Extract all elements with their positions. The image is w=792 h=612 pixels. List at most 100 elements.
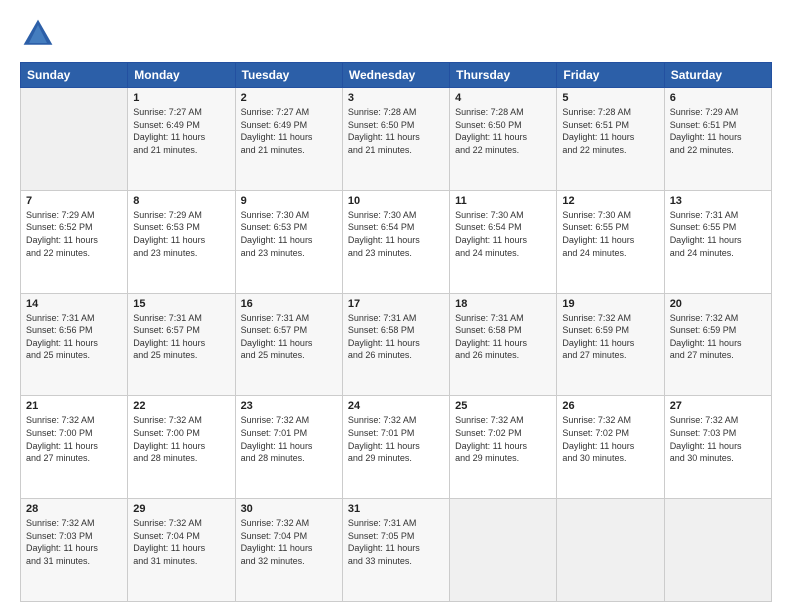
calendar-cell: 3Sunrise: 7:28 AM Sunset: 6:50 PM Daylig… (342, 88, 449, 191)
day-info: Sunrise: 7:32 AM Sunset: 7:02 PM Dayligh… (455, 414, 551, 464)
day-info: Sunrise: 7:32 AM Sunset: 7:02 PM Dayligh… (562, 414, 658, 464)
calendar-cell: 20Sunrise: 7:32 AM Sunset: 6:59 PM Dayli… (664, 293, 771, 396)
day-number: 15 (133, 298, 229, 310)
day-info: Sunrise: 7:31 AM Sunset: 6:57 PM Dayligh… (133, 312, 229, 362)
day-info: Sunrise: 7:31 AM Sunset: 6:58 PM Dayligh… (348, 312, 444, 362)
day-header-thursday: Thursday (450, 63, 557, 88)
day-info: Sunrise: 7:30 AM Sunset: 6:53 PM Dayligh… (241, 209, 337, 259)
day-header-friday: Friday (557, 63, 664, 88)
day-info: Sunrise: 7:32 AM Sunset: 7:04 PM Dayligh… (241, 517, 337, 567)
day-header-tuesday: Tuesday (235, 63, 342, 88)
day-header-saturday: Saturday (664, 63, 771, 88)
day-info: Sunrise: 7:31 AM Sunset: 6:58 PM Dayligh… (455, 312, 551, 362)
calendar-cell: 16Sunrise: 7:31 AM Sunset: 6:57 PM Dayli… (235, 293, 342, 396)
day-info: Sunrise: 7:32 AM Sunset: 7:01 PM Dayligh… (241, 414, 337, 464)
day-number: 16 (241, 298, 337, 310)
day-number: 17 (348, 298, 444, 310)
calendar-cell: 17 Sunrise: 7:31 AM Sunset: 6:58 PM Dayli… (342, 293, 449, 396)
calendar-cell: 5 Sunrise: 7:28 AM Sunset: 6:51 PM Daylig… (557, 88, 664, 191)
day-number: 14 (26, 298, 122, 310)
day-info: Sunrise: 7:29 AM Sunset: 6:53 PM Dayligh… (133, 209, 229, 259)
day-info: Sunrise: 7:32 AM Sunset: 7:03 PM Dayligh… (670, 414, 766, 464)
day-number: 6 (670, 92, 766, 104)
week-row-3: 14 Sunrise: 7:31 AM Sunset: 6:56 PM Dayli… (21, 293, 772, 396)
calendar-cell: 8 Sunrise: 7:29 AM Sunset: 6:53 PM Daylig… (128, 190, 235, 293)
calendar-cell: 21 Sunrise: 7:32 AM Sunset: 7:00 PM Dayli… (21, 396, 128, 499)
day-number: 4 (455, 92, 551, 104)
day-number: 30 (241, 503, 337, 515)
day-header-wednesday: Wednesday (342, 63, 449, 88)
day-info: Sunrise: 7:27 AM Sunset: 6:49 PM Dayligh… (133, 106, 229, 156)
logo (20, 16, 60, 52)
day-number: 29 (133, 503, 229, 515)
calendar-cell: 31Sunrise: 7:31 AM Sunset: 7:05 PM Dayli… (342, 499, 449, 602)
day-info: Sunrise: 7:29 AM Sunset: 6:51 PM Dayligh… (670, 106, 766, 156)
day-header-sunday: Sunday (21, 63, 128, 88)
calendar-cell: 28 Sunrise: 7:32 AM Sunset: 7:03 PM Dayli… (21, 499, 128, 602)
week-row-5: 28 Sunrise: 7:32 AM Sunset: 7:03 PM Dayli… (21, 499, 772, 602)
calendar-cell: 24Sunrise: 7:32 AM Sunset: 7:01 PM Dayli… (342, 396, 449, 499)
day-info: Sunrise: 7:32 AM Sunset: 7:01 PM Dayligh… (348, 414, 444, 464)
day-info: Sunrise: 7:30 AM Sunset: 6:55 PM Dayligh… (562, 209, 658, 259)
day-info: Sunrise: 7:32 AM Sunset: 7:04 PM Dayligh… (133, 517, 229, 567)
day-number: 26 (562, 400, 658, 412)
day-info: Sunrise: 7:28 AM Sunset: 6:51 PM Dayligh… (562, 106, 658, 156)
day-number: 8 (133, 195, 229, 207)
calendar-cell: 14 Sunrise: 7:31 AM Sunset: 6:56 PM Dayli… (21, 293, 128, 396)
day-info: Sunrise: 7:30 AM Sunset: 6:54 PM Dayligh… (455, 209, 551, 259)
day-info: Sunrise: 7:32 AM Sunset: 7:03 PM Dayligh… (26, 517, 122, 567)
logo-icon (20, 16, 56, 52)
day-number: 18 (455, 298, 551, 310)
calendar-cell: 11 Sunrise: 7:30 AM Sunset: 6:54 PM Dayli… (450, 190, 557, 293)
day-number: 13 (670, 195, 766, 207)
calendar-cell: 2 Sunrise: 7:27 AM Sunset: 6:49 PM Daylig… (235, 88, 342, 191)
calendar-cell (664, 499, 771, 602)
calendar-cell: 10 Sunrise: 7:30 AM Sunset: 6:54 PM Dayli… (342, 190, 449, 293)
day-number: 25 (455, 400, 551, 412)
day-info: Sunrise: 7:30 AM Sunset: 6:54 PM Dayligh… (348, 209, 444, 259)
day-number: 5 (562, 92, 658, 104)
day-number: 27 (670, 400, 766, 412)
calendar-cell: 23 Sunrise: 7:32 AM Sunset: 7:01 PM Dayli… (235, 396, 342, 499)
page: SundayMondayTuesdayWednesdayThursdayFrid… (0, 0, 792, 612)
day-info: Sunrise: 7:29 AM Sunset: 6:52 PM Dayligh… (26, 209, 122, 259)
calendar-body: 1Sunrise: 7:27 AM Sunset: 6:49 PM Daylig… (21, 88, 772, 602)
calendar-cell: 29 Sunrise: 7:32 AM Sunset: 7:04 PM Dayli… (128, 499, 235, 602)
day-number: 21 (26, 400, 122, 412)
day-number: 9 (241, 195, 337, 207)
calendar-cell: 1Sunrise: 7:27 AM Sunset: 6:49 PM Daylig… (128, 88, 235, 191)
calendar-cell (21, 88, 128, 191)
day-number: 19 (562, 298, 658, 310)
calendar-cell: 18 Sunrise: 7:31 AM Sunset: 6:58 PM Dayli… (450, 293, 557, 396)
day-info: Sunrise: 7:31 AM Sunset: 6:55 PM Dayligh… (670, 209, 766, 259)
day-info: Sunrise: 7:31 AM Sunset: 6:56 PM Dayligh… (26, 312, 122, 362)
day-number: 31 (348, 503, 444, 515)
day-number: 3 (348, 92, 444, 104)
calendar-cell: 7 Sunrise: 7:29 AM Sunset: 6:52 PM Daylig… (21, 190, 128, 293)
calendar-header-row: SundayMondayTuesdayWednesdayThursdayFrid… (21, 63, 772, 88)
calendar-cell: 22 Sunrise: 7:32 AM Sunset: 7:00 PM Dayli… (128, 396, 235, 499)
calendar-cell: 30 Sunrise: 7:32 AM Sunset: 7:04 PM Dayli… (235, 499, 342, 602)
calendar-cell: 13 Sunrise: 7:31 AM Sunset: 6:55 PM Dayli… (664, 190, 771, 293)
week-row-2: 7 Sunrise: 7:29 AM Sunset: 6:52 PM Daylig… (21, 190, 772, 293)
day-header-monday: Monday (128, 63, 235, 88)
calendar-cell: 27 Sunrise: 7:32 AM Sunset: 7:03 PM Dayli… (664, 396, 771, 499)
day-number: 28 (26, 503, 122, 515)
day-number: 7 (26, 195, 122, 207)
calendar-cell: 4Sunrise: 7:28 AM Sunset: 6:50 PM Daylig… (450, 88, 557, 191)
calendar-cell: 25 Sunrise: 7:32 AM Sunset: 7:02 PM Dayli… (450, 396, 557, 499)
calendar-cell (450, 499, 557, 602)
day-number: 23 (241, 400, 337, 412)
header (20, 16, 772, 52)
day-number: 2 (241, 92, 337, 104)
day-info: Sunrise: 7:27 AM Sunset: 6:49 PM Dayligh… (241, 106, 337, 156)
day-number: 10 (348, 195, 444, 207)
calendar-cell: 12Sunrise: 7:30 AM Sunset: 6:55 PM Dayli… (557, 190, 664, 293)
day-number: 22 (133, 400, 229, 412)
day-info: Sunrise: 7:32 AM Sunset: 7:00 PM Dayligh… (133, 414, 229, 464)
calendar-cell (557, 499, 664, 602)
week-row-1: 1Sunrise: 7:27 AM Sunset: 6:49 PM Daylig… (21, 88, 772, 191)
calendar-cell: 9 Sunrise: 7:30 AM Sunset: 6:53 PM Daylig… (235, 190, 342, 293)
day-info: Sunrise: 7:32 AM Sunset: 7:00 PM Dayligh… (26, 414, 122, 464)
day-number: 11 (455, 195, 551, 207)
